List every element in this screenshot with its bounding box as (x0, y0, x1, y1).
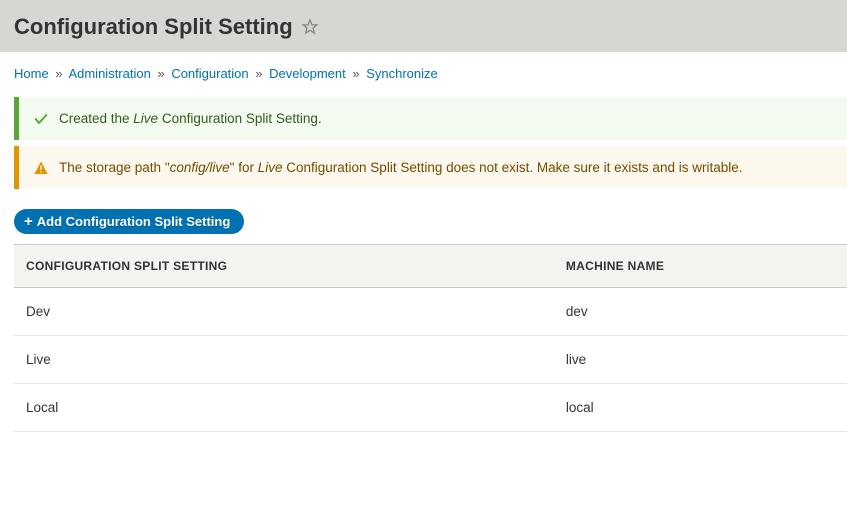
success-text-suffix: Configuration Split Setting. (158, 111, 322, 126)
cell-name: Local (14, 384, 554, 432)
success-text-prefix: Created the (59, 111, 133, 126)
warning-icon (33, 160, 49, 176)
breadcrumb-separator: » (352, 66, 359, 81)
success-text-em: Live (133, 111, 158, 126)
cell-name: Dev (14, 288, 554, 336)
page-title: Configuration Split Setting (14, 14, 833, 40)
table-header-row: CONFIGURATION SPLIT SETTING MACHINE NAME (14, 245, 847, 288)
breadcrumb-separator: » (55, 66, 62, 81)
table-header-name: CONFIGURATION SPLIT SETTING (14, 245, 554, 288)
breadcrumb-link-administration[interactable]: Administration (68, 66, 150, 81)
cell-machine: local (554, 384, 847, 432)
cell-machine: dev (554, 288, 847, 336)
warning-text-p3: Configuration Split Setting does not exi… (283, 160, 743, 175)
table-row: Dev dev (14, 288, 847, 336)
warning-text-p2: " for (230, 160, 258, 175)
check-icon (33, 111, 49, 127)
cell-name: Live (14, 336, 554, 384)
warning-text-p1: The storage path " (59, 160, 170, 175)
table-row: Local local (14, 384, 847, 432)
breadcrumb-link-home[interactable]: Home (14, 66, 49, 81)
warning-text-em2: Live (258, 160, 283, 175)
cell-machine: live (554, 336, 847, 384)
plus-icon: + (24, 214, 33, 229)
breadcrumb-link-synchronize[interactable]: Synchronize (366, 66, 438, 81)
add-button-label: Add Configuration Split Setting (37, 214, 231, 229)
warning-text-em1: config/live (170, 160, 230, 175)
star-icon[interactable] (301, 18, 319, 36)
breadcrumb-separator: » (157, 66, 164, 81)
status-message-warning: The storage path "config/live" for Live … (14, 146, 847, 189)
add-configuration-split-button[interactable]: + Add Configuration Split Setting (14, 209, 244, 234)
action-row: + Add Configuration Split Setting (0, 195, 847, 244)
breadcrumb-separator: » (255, 66, 262, 81)
status-message-success: Created the Live Configuration Split Set… (14, 97, 847, 140)
configuration-split-table: CONFIGURATION SPLIT SETTING MACHINE NAME… (14, 244, 847, 432)
table-row: Live live (14, 336, 847, 384)
breadcrumb-link-development[interactable]: Development (269, 66, 346, 81)
header-bar: Configuration Split Setting (0, 0, 847, 52)
table-header-machine: MACHINE NAME (554, 245, 847, 288)
breadcrumb-link-configuration[interactable]: Configuration (171, 66, 248, 81)
page-title-text: Configuration Split Setting (14, 14, 293, 40)
breadcrumb: Home » Administration » Configuration » … (0, 52, 847, 91)
